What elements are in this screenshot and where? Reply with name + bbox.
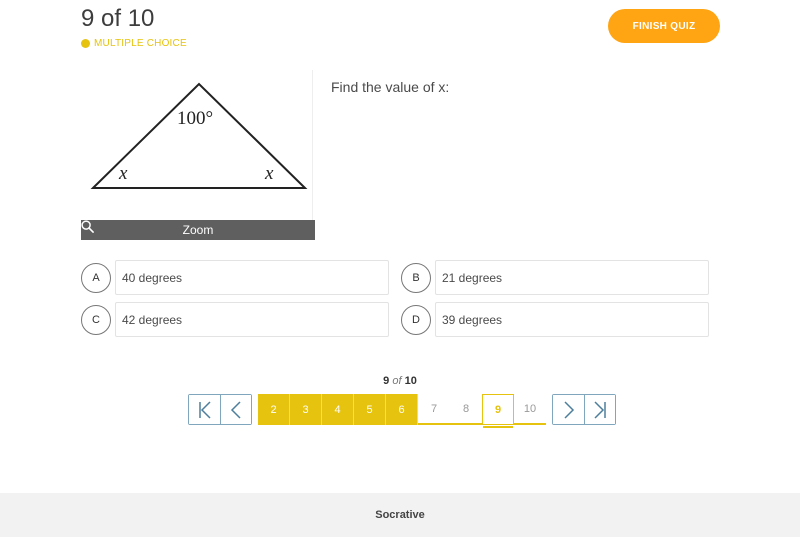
pager-back-group	[188, 394, 252, 425]
zoom-image-button[interactable]: Zoom	[81, 220, 315, 240]
zoom-label: Zoom	[182, 223, 214, 237]
page-button-9-current[interactable]: 9	[482, 394, 514, 428]
pager-position-label: 9 of 10	[0, 375, 800, 387]
footer: Socrative	[0, 493, 800, 537]
answer-text[interactable]: 39 degrees	[435, 302, 709, 337]
next-page-button[interactable]	[553, 395, 584, 424]
first-page-button[interactable]	[189, 395, 220, 424]
previous-page-button[interactable]	[220, 395, 251, 424]
left-angle-label: x	[118, 163, 128, 184]
page-button-6[interactable]: 6	[386, 394, 418, 425]
chevron-left-icon	[230, 400, 241, 419]
question-prompt: Find the value of x:	[331, 79, 450, 95]
question-pager: 2 3 4 5 6 7 8 9 10	[188, 394, 616, 428]
answer-letter[interactable]: D	[401, 304, 431, 335]
right-angle-label: x	[264, 163, 274, 184]
answer-letter[interactable]: B	[401, 262, 431, 293]
chevron-right-icon	[563, 400, 574, 419]
page-button-2[interactable]: 2	[258, 394, 290, 425]
pager-forward-group	[552, 394, 616, 425]
pager-total: 10	[404, 375, 417, 387]
apex-angle-label: 100°	[177, 108, 213, 129]
question-image: 100° x x Zoom	[81, 70, 315, 240]
question-image-area: 100° x x	[81, 70, 313, 220]
question-type-label: MULTIPLE CHOICE	[81, 38, 187, 49]
answer-option-a[interactable]: A 40 degrees	[81, 260, 389, 295]
pager-of: of	[392, 375, 402, 387]
question-progress-title: 9 of 10	[81, 5, 155, 32]
answer-text[interactable]: 21 degrees	[435, 260, 709, 295]
answer-text[interactable]: 40 degrees	[115, 260, 389, 295]
triangle-figure: 100° x x	[90, 82, 308, 189]
magnifier-icon	[81, 220, 94, 233]
answer-option-b[interactable]: B 21 degrees	[401, 260, 709, 295]
last-page-icon	[594, 400, 606, 419]
last-page-button[interactable]	[584, 395, 615, 424]
page-button-5[interactable]: 5	[354, 394, 386, 425]
first-page-icon	[198, 400, 211, 419]
page-button-8[interactable]: 8	[450, 394, 482, 425]
page-button-3[interactable]: 3	[290, 394, 322, 425]
finish-quiz-button[interactable]: FINISH QUIZ	[608, 9, 720, 43]
page-button-10[interactable]: 10	[514, 394, 546, 425]
answer-letter[interactable]: A	[81, 262, 111, 293]
page-button-4[interactable]: 4	[322, 394, 354, 425]
question-type-dot-icon	[81, 39, 90, 48]
footer-brand: Socrative	[375, 509, 425, 521]
pager-current: 9	[383, 375, 390, 387]
answer-option-c[interactable]: C 42 degrees	[81, 302, 389, 337]
answer-letter[interactable]: C	[81, 304, 111, 335]
question-type-text: MULTIPLE CHOICE	[94, 38, 187, 49]
page-button-7[interactable]: 7	[418, 394, 450, 425]
answer-text[interactable]: 42 degrees	[115, 302, 389, 337]
answer-option-d[interactable]: D 39 degrees	[401, 302, 709, 337]
